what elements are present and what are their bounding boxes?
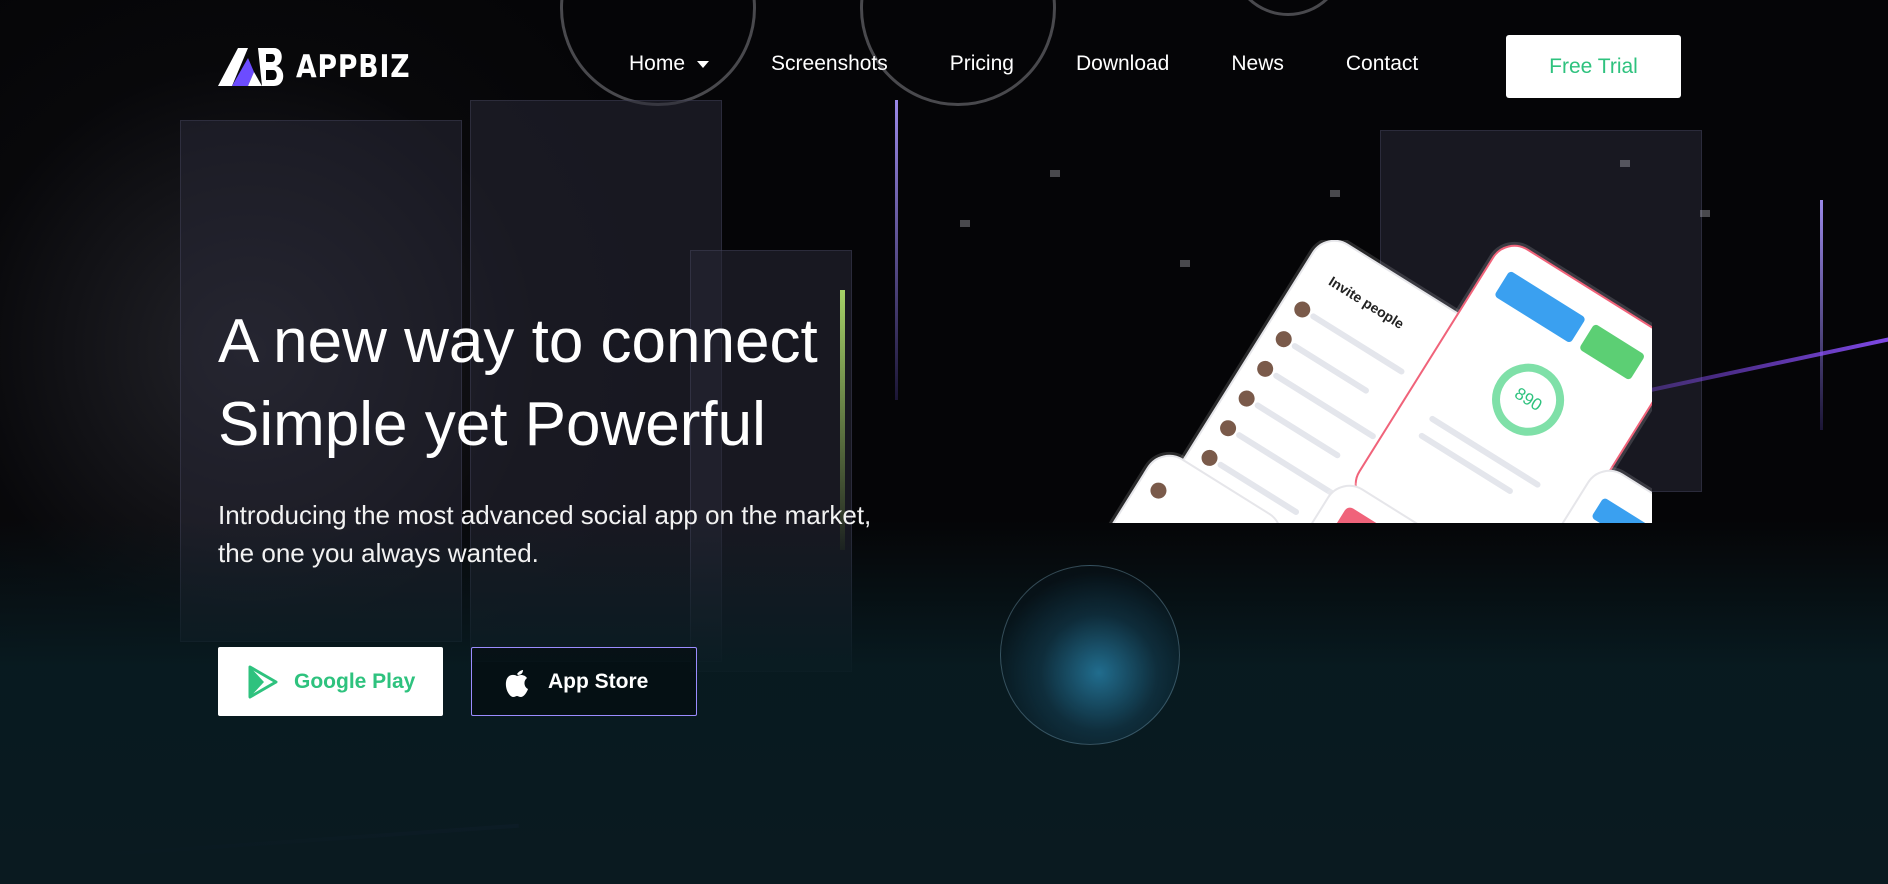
app-store-button[interactable]: App Store: [471, 647, 697, 716]
main-nav: Home Screenshots Pricing Download News C…: [629, 52, 1418, 76]
list-row-placeholder: [1290, 341, 1371, 395]
background-light-pillar: [1820, 200, 1823, 430]
stat-card: [1493, 270, 1587, 344]
google-play-label: Google Play: [294, 669, 416, 693]
background-confetti: [1700, 210, 1710, 217]
apple-icon: [505, 669, 528, 697]
nav-item-label: Home: [629, 52, 686, 75]
google-play-button[interactable]: Google Play: [218, 647, 443, 716]
brand-name: APPBIZ: [296, 49, 411, 85]
google-play-icon: [248, 665, 278, 698]
caret-down-icon: [697, 60, 710, 68]
background-confetti: [1620, 160, 1630, 167]
free-trial-button[interactable]: Free Trial: [1506, 35, 1681, 98]
background-geodesic-sphere: [1000, 565, 1180, 745]
background-confetti: [1050, 170, 1060, 177]
background-digit-ring: [1230, 0, 1346, 16]
nav-item-contact[interactable]: Contact: [1346, 52, 1418, 76]
hero-title: A new way to connect Simple yet Powerful: [218, 300, 818, 466]
background-light-pillar: [895, 100, 898, 400]
background-confetti: [1330, 190, 1340, 197]
stat-card: [1578, 323, 1646, 381]
nav-item-news[interactable]: News: [1231, 52, 1284, 76]
score-gauge: 890: [1478, 350, 1578, 450]
phone-mockups-image: Invite people 890: [1086, 240, 1652, 523]
logo-mark-icon: [218, 48, 284, 86]
nav-item-home[interactable]: Home: [629, 52, 710, 76]
hero-title-line-2: Simple yet Powerful: [218, 390, 766, 459]
list-row-placeholder: [1272, 371, 1378, 441]
nav-item-screenshots[interactable]: Screenshots: [771, 52, 888, 76]
nav-item-download[interactable]: Download: [1076, 52, 1169, 76]
hero-intro-text: Introducing the most advanced social app…: [218, 500, 872, 568]
hero-title-line-1: A new way to connect: [218, 307, 818, 376]
avatar: [1147, 479, 1170, 502]
app-store-label: App Store: [548, 669, 649, 693]
stat-card: [1332, 505, 1382, 523]
nav-item-pricing[interactable]: Pricing: [950, 52, 1014, 76]
phone-screen-title: Invite people: [1326, 273, 1408, 332]
background-confetti: [960, 220, 970, 227]
brand-logo[interactable]: APPBIZ: [218, 48, 429, 86]
stat-card: [1591, 497, 1652, 523]
